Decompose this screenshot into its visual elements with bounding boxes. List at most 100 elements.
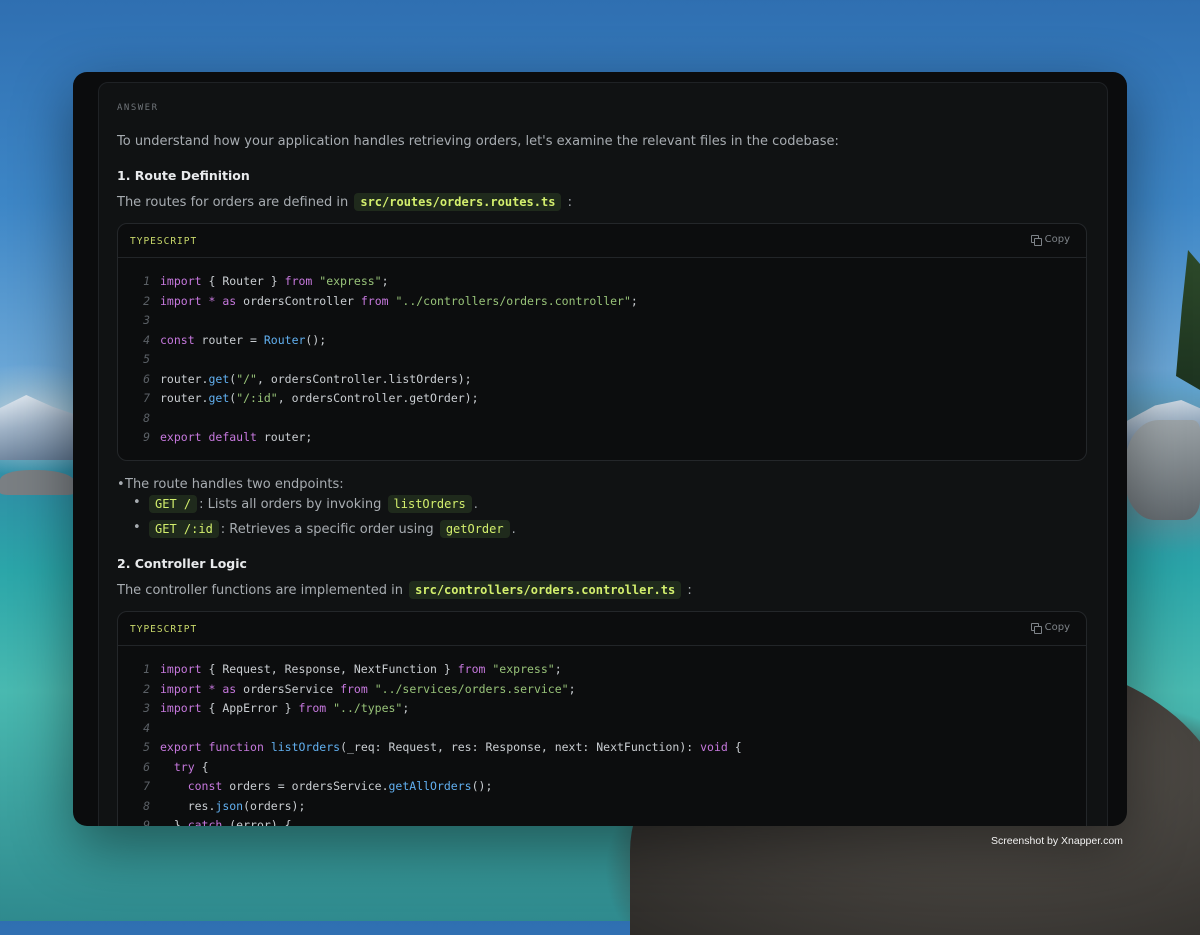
code-token: router = [194, 332, 264, 347]
code-token: { [194, 759, 209, 774]
code-token: import [160, 662, 202, 676]
code-line: 5 [118, 350, 1086, 370]
endpoint-list-intro: The route handles two endpoints: [117, 477, 344, 492]
code-line: 1 import { Request, Response, NextFunctio… [118, 660, 1086, 680]
code-line: 2 import * as ordersService from "../serv… [118, 680, 1086, 700]
answer-label: ANSWER [117, 103, 159, 113]
code-token: from [298, 701, 327, 715]
code-text: res.json(orders); [160, 797, 306, 817]
watermark-text: Screenshot by Xnapper.com [991, 835, 1123, 847]
line-number: 1 [143, 274, 150, 288]
copy-button[interactable]: Copy [1030, 234, 1070, 246]
code-line: 2 import * as ordersController from "../c… [118, 292, 1086, 312]
endpoint-end: . [511, 522, 516, 537]
endpoint-desc: : Retrieves a specific order using [220, 522, 434, 537]
section1-file-path: src/routes/orders.routes.ts [354, 193, 562, 211]
code-token: const [187, 779, 223, 793]
code-text: const router = Router(); [160, 331, 326, 351]
code-token: res. [160, 798, 216, 813]
background-rock-left [0, 470, 75, 495]
code-token: ; [568, 681, 576, 696]
line-number: 4 [143, 720, 150, 735]
code-token: get [208, 391, 230, 405]
code-token: get [208, 371, 230, 386]
line-number: 4 [143, 332, 150, 347]
code-token: export [160, 740, 202, 754]
code-text: import * as ordersService from "../servi… [160, 680, 576, 700]
code-token: router; [256, 430, 313, 444]
code-text: import { Request, Response, NextFunction… [160, 660, 562, 680]
code-token: { AppError } [201, 701, 299, 715]
endpoint-item: GET /:id: Retrieves a specific order usi… [133, 520, 516, 538]
endpoint-desc: : Lists all orders by invoking [199, 497, 382, 512]
section1-heading: 1. Route Definition [117, 168, 250, 183]
code-token: (); [305, 332, 327, 347]
code-token: (orders); [243, 798, 306, 813]
code-token: (_req: Request, res: Response, next: Nex… [340, 740, 701, 754]
answer-panel: ANSWER To understand how your applicatio… [98, 82, 1108, 826]
code-token: as [222, 293, 237, 308]
code-token: router. [160, 371, 209, 386]
code-token: Router [263, 332, 306, 347]
code-token: listOrders [270, 740, 341, 754]
code-token: "../services/orders.service" [374, 681, 569, 696]
section1-lead-text: The routes for orders are defined in [117, 195, 349, 210]
code-body: 1 import { Router } from "express"; 2 impor… [118, 258, 1086, 460]
code-token: import [160, 701, 202, 715]
code-token: { Request, Response, NextFunction } [201, 662, 458, 676]
code-token: ordersController [236, 293, 361, 308]
code-token: , ordersController.listOrders); [256, 371, 472, 386]
code-token: ; [381, 274, 389, 288]
code-body: 1 import { Request, Response, NextFunctio… [118, 646, 1086, 826]
code-token: from [340, 681, 368, 696]
code-line: 3 [118, 311, 1086, 331]
code-text: } catch (error) { [160, 816, 292, 826]
line-number: 7 [143, 391, 150, 405]
code-line: 4 [118, 719, 1086, 739]
section2-lead: The controller functions are implemented… [117, 581, 692, 599]
code-token: from [284, 274, 313, 288]
code-token: orders = ordersService. [222, 779, 389, 793]
line-number: 6 [143, 759, 150, 774]
code-token: ; [402, 701, 410, 715]
code-text: router.get("/:id", ordersController.getO… [160, 389, 479, 409]
background-mountain-left [0, 395, 75, 460]
line-number: 2 [143, 293, 150, 308]
intro-text: To understand how your application handl… [117, 134, 839, 149]
code-token: , ordersController.getOrder); [277, 391, 479, 405]
code-token: json [215, 798, 244, 813]
code-token: try [173, 759, 195, 774]
code-text: import * as ordersController from "../co… [160, 292, 638, 312]
code-language-label: TYPESCRIPT [130, 236, 198, 247]
code-text: import { AppError } from "../types"; [160, 699, 409, 719]
code-token: "/:id" [236, 391, 278, 405]
line-number: 7 [143, 779, 150, 793]
code-token: router. [160, 391, 209, 405]
line-number: 8 [143, 410, 150, 425]
line-number: 9 [143, 818, 150, 826]
code-text: try { [160, 758, 209, 778]
code-line: 4 const router = Router(); [118, 331, 1086, 351]
code-token: from [360, 293, 389, 308]
code-token: ordersService [236, 681, 341, 696]
endpoint-code: GET /:id [149, 520, 219, 538]
copy-button[interactable]: Copy [1030, 622, 1070, 634]
code-token: getAllOrders [388, 779, 472, 793]
line-number: 6 [143, 371, 150, 386]
code-token: "express" [492, 662, 555, 676]
code-text: import { Router } from "express"; [160, 272, 389, 292]
section2-lead-colon: : [687, 583, 692, 598]
code-text: export default router; [160, 428, 312, 448]
code-token: as [222, 681, 237, 696]
code-token: export [160, 430, 202, 444]
code-line: 8 [118, 409, 1086, 429]
code-line: 6 router.get("/", ordersController.listOr… [118, 370, 1086, 390]
endpoint-end: . [473, 497, 478, 512]
code-token: "../controllers/orders.controller" [395, 293, 631, 308]
background-tree [1176, 250, 1200, 390]
code-token: "../types" [333, 701, 403, 715]
code-token: (); [471, 779, 493, 793]
